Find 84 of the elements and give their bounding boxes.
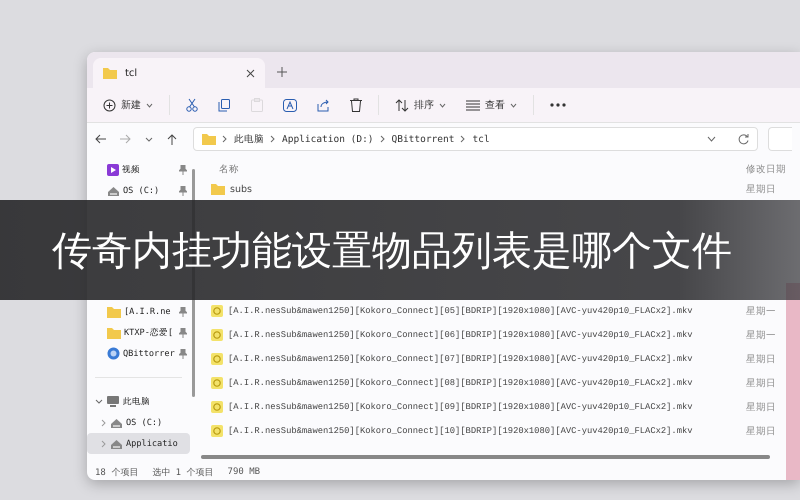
file-name[interactable]: [A.I.R.nesSub&mawen1250][Kokoro_Connect][05][BDRIP][1920x1080][AVC-yuv420p10_FLACx2].mkv [228, 306, 693, 316]
sidebar-item[interactable]: KTXP-恋爱[ [87, 322, 190, 343]
plus-icon [277, 66, 287, 76]
share-icon [317, 98, 330, 112]
search-field[interactable] [768, 127, 792, 151]
status-text: 18 个项目 [95, 466, 138, 478]
caret-icon [439, 102, 446, 108]
new-button[interactable]: 新建 [95, 92, 161, 118]
folder-icon [103, 67, 117, 79]
caret-icon [146, 102, 153, 108]
close-icon [246, 68, 255, 78]
chevron-right-icon [222, 135, 228, 143]
video-file-icon [211, 305, 223, 317]
sidebar-item[interactable]: Applicatio [87, 433, 190, 454]
app-icon [107, 347, 120, 360]
pin-icon [179, 348, 187, 358]
rename-icon [283, 98, 297, 112]
scissors-icon [186, 98, 198, 112]
list-view-icon [466, 100, 480, 110]
trash-icon [350, 98, 362, 112]
date-cell-text: 星期日 [746, 352, 777, 366]
drive-icon [110, 438, 123, 450]
video-file-icon [211, 329, 223, 341]
date-cell-text: 星期日 [746, 182, 777, 196]
sidebar-item[interactable]: QBittorrer [87, 343, 190, 364]
chevron-down-icon [707, 136, 716, 142]
video-file-icon [211, 425, 223, 437]
file-name[interactable]: subs [230, 184, 252, 194]
video-icon [107, 164, 119, 176]
banner-title: 传奇内挂功能设置物品列表是哪个文件 [52, 226, 732, 276]
computer-icon [106, 395, 120, 408]
breadcrumb[interactable]: 此电脑 [234, 132, 264, 146]
tab[interactable]: tcl [93, 58, 265, 88]
status-text: 790 MB [228, 467, 260, 477]
status-text: 选中 1 个项目 [152, 466, 214, 478]
chevron-right-icon [460, 135, 466, 143]
date-cell-text: 星期一 [746, 328, 777, 342]
forward-arrow-icon [120, 134, 131, 144]
column-header[interactable]: 名称 [197, 162, 746, 176]
plus-circle-icon [103, 98, 116, 112]
file-name[interactable]: [A.I.R.nesSub&mawen1250][Kokoro_Connect][07][BDRIP][1920x1080][AVC-yuv420p10_FLACx2].mkv [228, 354, 693, 364]
file-name[interactable]: [A.I.R.nesSub&mawen1250][Kokoro_Connect][09][BDRIP][1920x1080][AVC-yuv420p10_FLACx2].mkv [228, 402, 693, 412]
sidebar-item[interactable]: 视频 [87, 159, 190, 180]
date-cell-text: 星期日 [746, 400, 777, 414]
drive-icon [107, 184, 120, 196]
pin-icon [179, 328, 187, 338]
chevron-right-icon [270, 135, 276, 143]
more-icon [550, 103, 566, 107]
chevron-down-icon [145, 136, 153, 142]
folder-icon [211, 183, 225, 195]
breadcrumb[interactable]: Application (D:) [282, 134, 374, 144]
refresh-icon [738, 134, 749, 144]
clipboard-icon [251, 98, 263, 112]
chevron-right-icon [380, 135, 386, 143]
address-bar[interactable]: 此电脑 Application (D:) QBittorrent tcl [193, 127, 758, 151]
sort-button[interactable]: 排序 [387, 92, 454, 118]
file-name[interactable]: [A.I.R.nesSub&mawen1250][Kokoro_Connect][08][BDRIP][1920x1080][AVC-yuv420p10_FLACx2].mkv [228, 378, 693, 388]
pin-icon [179, 306, 187, 316]
date-cell-text: 星期一 [746, 304, 777, 318]
video-file-icon [211, 401, 223, 413]
video-file-icon [211, 353, 223, 365]
sort-icon [395, 98, 409, 112]
up-arrow-icon [167, 134, 177, 144]
caret-icon [510, 102, 517, 108]
sidebar-item[interactable]: OS (C:) [87, 412, 190, 433]
sidebar-item[interactable]: OS (C:) [87, 180, 190, 201]
sidebar-item[interactable]: [A.I.R.ne [87, 301, 190, 322]
breadcrumb[interactable]: tcl [472, 134, 490, 144]
view-button[interactable]: 查看 [458, 92, 525, 118]
pin-icon [179, 164, 187, 174]
folder-icon [202, 133, 216, 145]
copy-icon [218, 98, 231, 112]
file-name[interactable]: [A.I.R.nesSub&mawen1250][Kokoro_Connect][10][BDRIP][1920x1080][AVC-yuv420p10_FLACx2].mkv [228, 426, 693, 436]
video-file-icon [211, 377, 223, 389]
folder-icon [107, 306, 121, 318]
date-cell-text: 星期日 [746, 424, 777, 438]
folder-icon [107, 326, 121, 338]
sidebar-item[interactable]: 此电脑 [87, 391, 190, 412]
file-name[interactable]: [A.I.R.nesSub&mawen1250][Kokoro_Connect][06][BDRIP][1920x1080][AVC-yuv420p10_FLACx2].mkv [228, 330, 693, 340]
pin-icon [179, 186, 187, 196]
back-arrow-icon [95, 134, 106, 144]
drive-icon [110, 416, 123, 428]
date-cell-text: 星期日 [746, 376, 777, 390]
breadcrumb[interactable]: QBittorrent [392, 134, 454, 144]
